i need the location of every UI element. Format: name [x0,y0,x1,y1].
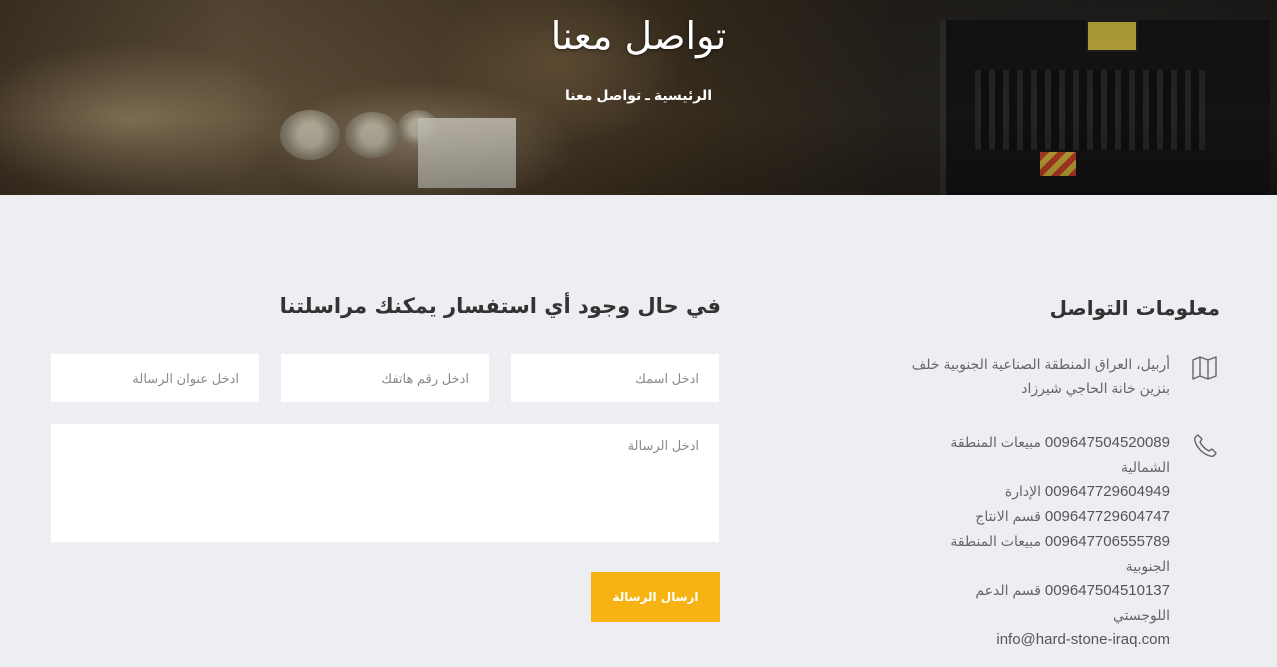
breadcrumb: الرئيسية ـ تواصل معنا [0,87,1277,104]
phone-number[interactable]: 009647729604747 [1045,508,1170,525]
breadcrumb-current: تواصل معنا [564,87,642,103]
phone-label: الإدارة [1004,483,1041,499]
subject-input[interactable] [51,354,259,402]
email-block: info@hard-stone-iraq.com [910,627,1170,652]
phone-item: 009647504520089 مبيعات المنطقة [930,430,1170,455]
send-message-button[interactable]: ارسال الرسالة [591,572,720,622]
phone-item: 009647729604747 قسم الانتاج [930,504,1170,529]
phone-item: 009647504510137 قسم الدعم اللوجستي [930,578,1170,627]
phone-label: مبيعات المنطقة [950,434,1041,450]
phone-number[interactable]: 009647706555789 [1045,533,1170,550]
phone-item: 009647706555789 مبيعات المنطقة [930,529,1170,554]
contact-info-title: معلومات التواصل [1049,296,1220,320]
phone-label-continued: الجنوبية [1125,558,1170,574]
map-icon [1191,354,1219,382]
page-title: تواصل معنا [550,14,727,58]
phone-number[interactable]: 009647504510137 [1045,582,1170,599]
phone-label: قسم الانتاج [975,508,1041,524]
message-textarea[interactable] [51,424,719,542]
form-title: في حال وجود أي استفسار يمكنك مراسلتنا [279,294,721,318]
phone-item: 009647729604949 الإدارة [930,479,1170,504]
name-input[interactable] [511,354,719,402]
phone-label-continued: الشمالية [1121,459,1170,475]
phone-label: مبيعات المنطقة [950,533,1041,549]
address-line-1: أربيل، العراق المنطقة الصناعية الجنوبية … [911,356,1170,372]
phone-input[interactable] [281,354,489,402]
breadcrumb-separator: ـ [641,87,654,103]
address-line-2: بنزين خانة الحاجي شيرزاد [1021,380,1170,396]
phone-icon [1191,432,1219,460]
phone-number[interactable]: 009647504520089 [1045,434,1170,451]
page-header-banner: تواصل معنا الرئيسية ـ تواصل معنا [0,0,1277,195]
email-link[interactable]: info@hard-stone-iraq.com [996,631,1170,648]
phone-list: 009647504520089 مبيعات المنطقة الشمالية … [930,430,1170,627]
phone-number[interactable]: 009647729604949 [1045,483,1170,500]
breadcrumb-home-link[interactable]: الرئيسية [654,87,712,103]
address-text: أربيل، العراق المنطقة الصناعية الجنوبية … [910,352,1170,400]
